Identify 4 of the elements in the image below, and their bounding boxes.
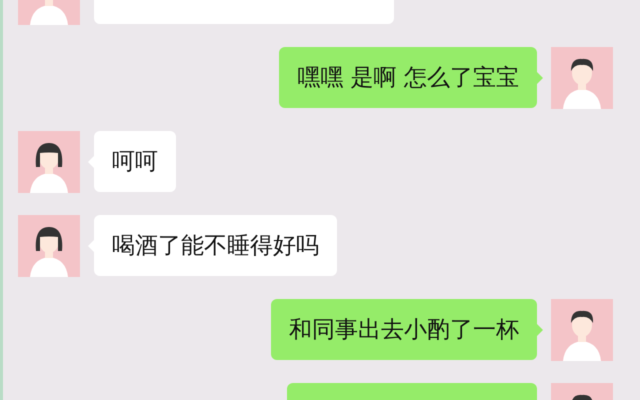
avatar-icon: [551, 299, 613, 361]
avatar-icon: [18, 131, 80, 193]
avatar-icon: [551, 47, 613, 109]
avatar-icon: [18, 215, 80, 277]
